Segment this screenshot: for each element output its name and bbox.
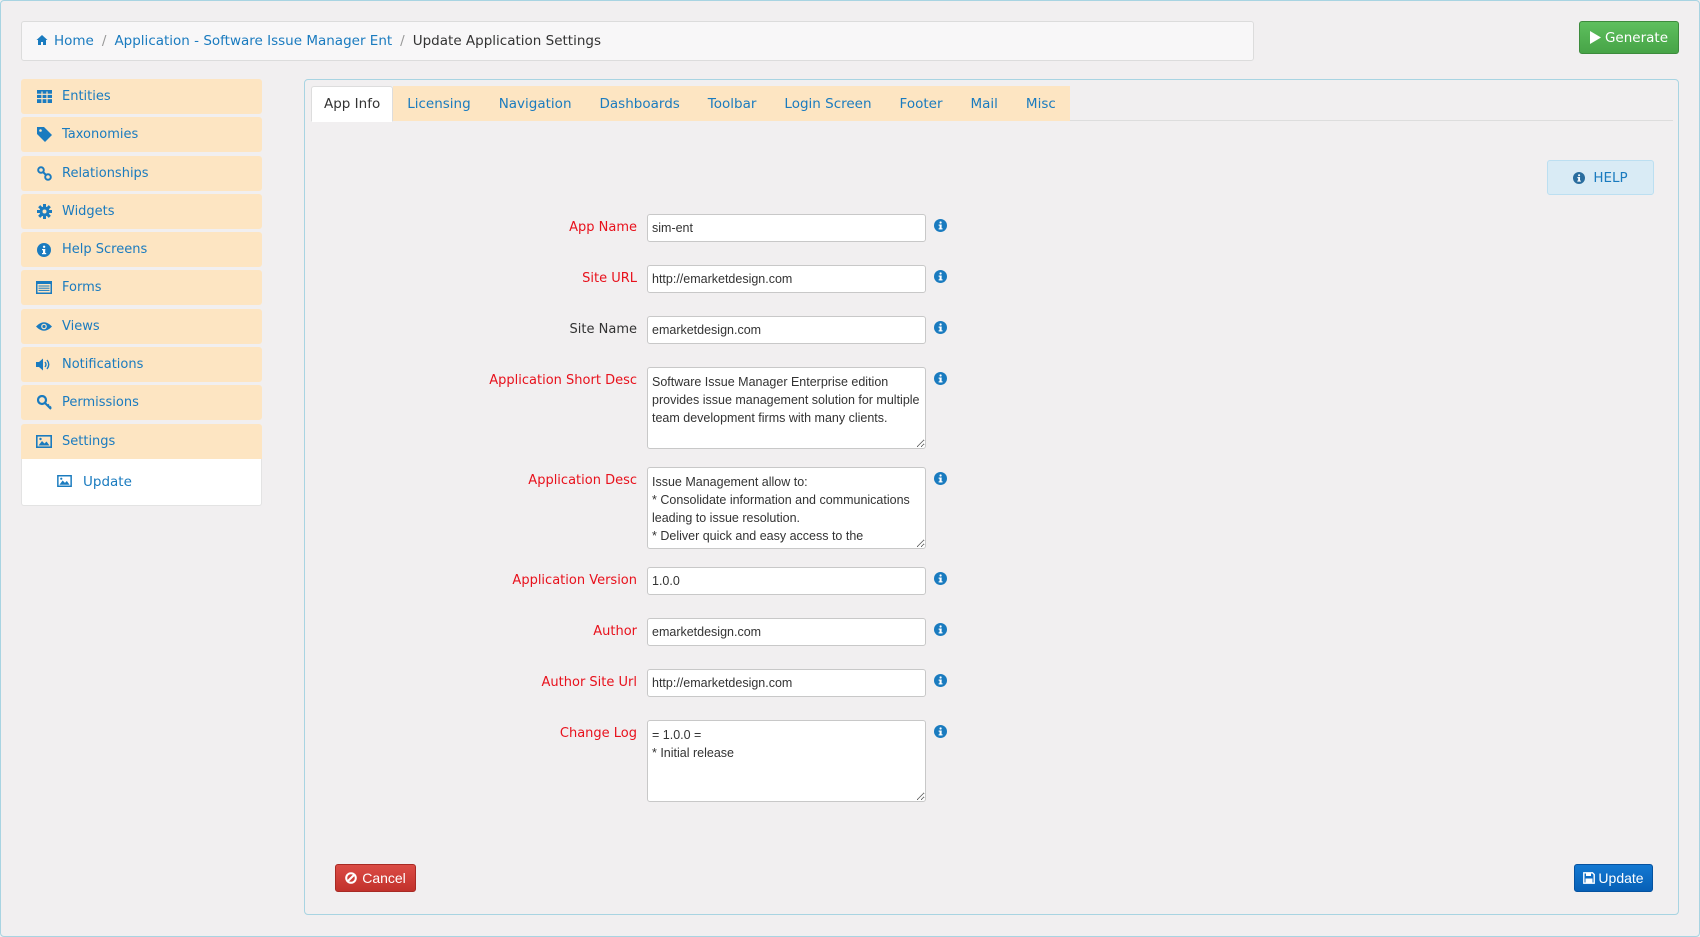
generate-label: Generate — [1604, 29, 1669, 46]
sidebar-item-widgets[interactable]: Widgets — [21, 193, 262, 229]
tag-icon — [36, 127, 52, 143]
tab-toolbar[interactable]: Toolbar — [694, 86, 771, 121]
sidebar-item-forms[interactable]: Forms — [21, 270, 262, 306]
save-icon — [1583, 872, 1596, 884]
info-icon[interactable] — [934, 572, 947, 585]
sidebar-item-permissions[interactable]: Permissions — [21, 385, 262, 421]
sidebar-item-relationships[interactable]: Relationships — [21, 155, 262, 191]
tab-licensing[interactable]: Licensing — [393, 86, 484, 121]
info-icon[interactable] — [934, 270, 947, 283]
short-desc-label: Application Short Desc — [489, 373, 637, 388]
app-name-label: App Name — [569, 220, 637, 235]
sidebar-item-taxonomies[interactable]: Taxonomies — [21, 117, 262, 153]
sidebar-subitem-update[interactable]: Update — [21, 458, 262, 506]
author-label: Author — [593, 624, 637, 639]
tab-login-screen[interactable]: Login Screen — [770, 86, 885, 121]
sidebar-item-settings[interactable]: Settings — [21, 423, 262, 459]
tab-bar: App Info Licensing Navigation Dashboards… — [311, 86, 1673, 122]
tab-footer[interactable]: Footer — [886, 86, 957, 121]
sidebar-item-label: Forms — [62, 280, 102, 296]
app-name-input[interactable] — [647, 214, 926, 242]
breadcrumb-home-label: Home — [54, 33, 94, 49]
sidebar-item-entities[interactable]: Entities — [21, 79, 262, 114]
eye-icon — [36, 318, 52, 334]
help-label: HELP — [1593, 169, 1628, 186]
site-name-input[interactable] — [647, 316, 926, 344]
sidebar-item-label: Taxonomies — [62, 127, 139, 143]
site-name-label: Site Name — [569, 322, 637, 337]
app-desc-label: Application Desc — [528, 473, 637, 488]
ban-icon — [345, 872, 358, 884]
picture-icon — [57, 474, 73, 489]
sidebar-item-views[interactable]: Views — [21, 308, 262, 344]
sidebar-item-label: Relationships — [62, 165, 149, 181]
help-button[interactable]: HELP — [1547, 160, 1654, 195]
info-icon[interactable] — [934, 321, 947, 334]
breadcrumb-home-link[interactable]: Home — [36, 33, 94, 49]
sidebar-item-label: Settings — [62, 433, 116, 449]
sidebar-item-label: Help Screens — [62, 242, 148, 258]
author-url-input[interactable] — [647, 669, 926, 697]
info-icon[interactable] — [934, 219, 947, 232]
list-alt-icon — [36, 280, 52, 296]
breadcrumb: Home / Application - Software Issue Mana… — [21, 21, 1254, 61]
play-icon — [1589, 31, 1601, 44]
update-label: Update — [1598, 870, 1644, 886]
tab-misc[interactable]: Misc — [1012, 86, 1070, 121]
short-desc-textarea[interactable]: Software Issue Manager Enterprise editio… — [647, 367, 926, 449]
site-url-input[interactable] — [647, 265, 926, 293]
author-url-label: Author Site Url — [541, 675, 637, 690]
tab-dashboards[interactable]: Dashboards — [586, 86, 694, 121]
tab-mail[interactable]: Mail — [957, 86, 1012, 121]
sidebar-subitem-label: Update — [83, 473, 132, 490]
app-version-input[interactable] — [647, 567, 926, 595]
update-button[interactable]: Update — [1574, 864, 1653, 892]
author-input[interactable] — [647, 618, 926, 646]
info-icon[interactable] — [934, 725, 947, 738]
sidebar-item-label: Views — [62, 318, 100, 334]
volume-icon — [36, 357, 52, 373]
sidebar-item-label: Notifications — [62, 357, 144, 373]
sidebar-item-label: Permissions — [62, 395, 139, 411]
link-icon — [36, 165, 52, 181]
site-url-label: Site URL — [582, 271, 637, 286]
breadcrumb-current: Update Application Settings — [412, 33, 602, 49]
breadcrumb-separator: / — [101, 33, 107, 49]
tab-navigation[interactable]: Navigation — [485, 86, 586, 121]
settings-panel: App Info Licensing Navigation Dashboards… — [304, 79, 1679, 915]
app-desc-textarea[interactable]: Issue Management allow to: * Consolidate… — [647, 467, 926, 549]
info-icon[interactable] — [934, 372, 947, 385]
sidebar-item-notifications[interactable]: Notifications — [21, 347, 262, 383]
breadcrumb-separator: / — [400, 33, 405, 49]
home-icon — [36, 35, 48, 45]
picture-icon — [36, 433, 52, 449]
breadcrumb-application-link[interactable]: Application - Software Issue Manager Ent — [114, 33, 392, 49]
info-icon — [36, 242, 52, 258]
sidebar-item-label: Entities — [62, 89, 111, 104]
info-icon — [1573, 171, 1586, 184]
table-icon — [36, 89, 52, 105]
key-icon — [36, 395, 52, 411]
sidebar: Entities Taxonomies Relationships Widget… — [21, 79, 262, 506]
cancel-label: Cancel — [362, 870, 406, 886]
sidebar-item-label: Widgets — [62, 203, 115, 219]
change-log-label: Change Log — [559, 726, 637, 741]
cancel-button[interactable]: Cancel — [335, 864, 416, 892]
generate-button[interactable]: Generate — [1579, 21, 1679, 54]
app-version-label: Application Version — [512, 573, 637, 588]
info-icon[interactable] — [934, 472, 947, 485]
sidebar-item-help-screens[interactable]: Help Screens — [21, 232, 262, 268]
info-icon[interactable] — [934, 674, 947, 687]
info-icon[interactable] — [934, 623, 947, 636]
gear-icon — [36, 203, 52, 219]
tab-app-info[interactable]: App Info — [311, 86, 394, 122]
change-log-textarea[interactable]: = 1.0.0 = * Initial release — [647, 720, 926, 802]
